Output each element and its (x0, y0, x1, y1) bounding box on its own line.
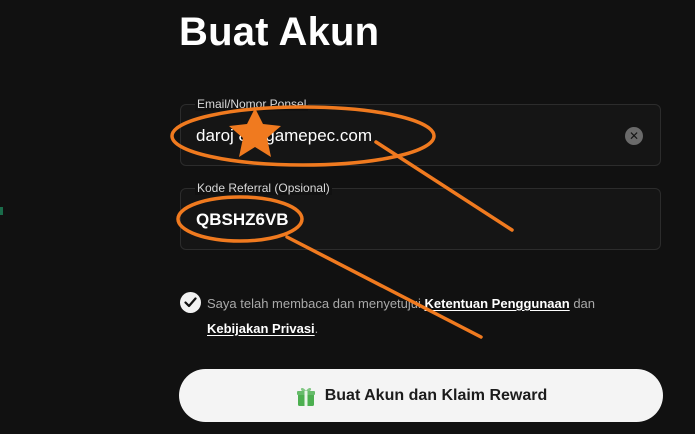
terms-suffix: . (314, 321, 319, 336)
referral-input[interactable]: QBSHZ6VB (196, 210, 289, 230)
email-field[interactable]: Email/Nomor Ponsel daroj 8@gamepec.com ✕ (180, 97, 661, 166)
clear-icon[interactable]: ✕ (625, 127, 643, 145)
gift-icon (296, 387, 315, 406)
terms-text: Saya telah membaca dan menyetujui Ketent… (207, 291, 667, 341)
create-account-button[interactable]: Buat Akun dan Klaim Reward (179, 369, 663, 422)
terms-prefix: Saya telah membaca dan menyetujui (207, 296, 425, 311)
email-input[interactable]: daroj 8@gamepec.com (196, 126, 372, 146)
terms-middle: dan (569, 296, 596, 311)
left-edge-accent (0, 207, 3, 215)
referral-field[interactable]: Kode Referral (Opsional) QBSHZ6VB (180, 181, 661, 250)
privacy-policy-link[interactable]: Kebijakan Privasi (207, 321, 315, 336)
referral-field-label: Kode Referral (Opsional) (195, 181, 332, 195)
create-account-button-label: Buat Akun dan Klaim Reward (324, 386, 548, 404)
terms-of-use-link[interactable]: Ketentuan Penggunaan (425, 296, 570, 311)
checkbox-checked-icon[interactable] (180, 292, 201, 313)
email-field-label: Email/Nomor Ponsel (195, 97, 309, 111)
page-title: Buat Akun (179, 10, 380, 54)
